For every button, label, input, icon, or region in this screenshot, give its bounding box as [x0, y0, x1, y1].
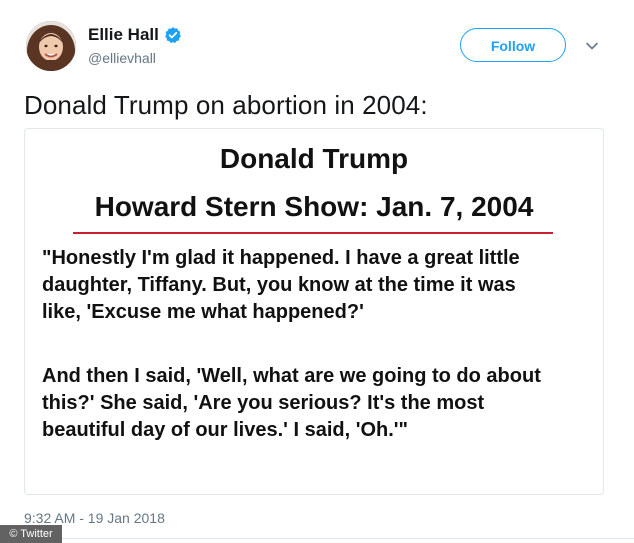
tweet-timestamp[interactable]: 9:32 AM - 19 Jan 2018 — [24, 510, 165, 526]
quote-line: this?' She said, 'Are you serious? It's … — [42, 392, 485, 414]
image-subtitle: Howard Stern Show: Jan. 7, 2004 — [94, 191, 534, 222]
chevron-down-icon[interactable] — [585, 39, 599, 53]
quote-line: "Honestly I'm glad it happened. I have a… — [42, 247, 520, 269]
quote-paragraph: "Honestly I'm glad it happened. I have a… — [42, 245, 520, 326]
verified-badge-icon — [165, 27, 181, 44]
quote-paragraph: And then I said, 'Well, what are we goin… — [42, 363, 541, 444]
quote-line: daughter, Tiffany. But, you know at the … — [42, 274, 516, 296]
follow-button[interactable]: Follow — [460, 28, 566, 62]
author-handle[interactable]: @ellievhall — [88, 50, 156, 66]
divider — [73, 232, 553, 234]
quote-line: like, 'Excuse me what happened?' — [42, 301, 364, 323]
image-title: Donald Trump — [219, 143, 409, 174]
quote-line: beautiful day of our lives.' I said, 'Oh… — [42, 419, 409, 441]
media-image[interactable]: Donald Trump Howard Stern Show: Jan. 7, … — [24, 128, 604, 495]
author-name[interactable]: Ellie Hall — [88, 25, 159, 45]
quote-line: And then I said, 'Well, what are we goin… — [42, 365, 541, 387]
tweet-text: Donald Trump on abortion in 2004: — [24, 90, 428, 120]
watermark: © Twitter — [0, 525, 62, 543]
divider — [62, 538, 634, 539]
profile-photo-icon — [26, 21, 76, 71]
avatar[interactable] — [26, 21, 76, 71]
tweet-card: Ellie Hall @ellievhall Follow Donald Tru… — [0, 0, 634, 543]
